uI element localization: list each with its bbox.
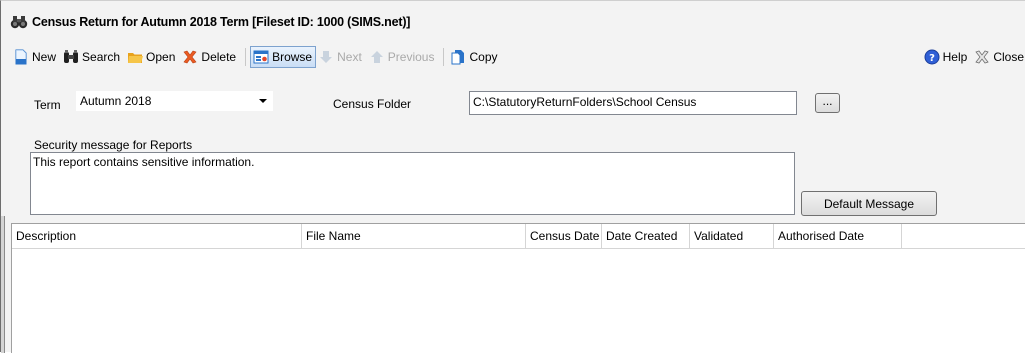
- toolbar-right: ? Help Close: [922, 46, 1025, 68]
- copy-button[interactable]: Copy: [448, 46, 502, 68]
- next-button[interactable]: Next: [316, 46, 367, 68]
- search-binoculars-icon: [63, 49, 79, 65]
- browse-icon: [253, 49, 269, 65]
- column-header-date-created[interactable]: Date Created: [602, 224, 690, 248]
- census-folder-value: C:\StatutoryReturnFolders\School Census: [473, 95, 697, 109]
- census-folder-field[interactable]: C:\StatutoryReturnFolders\School Census: [469, 91, 797, 115]
- chevron-down-icon[interactable]: [259, 99, 267, 103]
- census-returns-table: Description File Name Census Date Date C…: [11, 223, 1025, 353]
- toolbar: New Search Open Delete Browse Next Previ…: [11, 46, 1025, 68]
- new-document-icon: [13, 49, 29, 65]
- column-header-authorised-date[interactable]: Authorised Date: [774, 224, 902, 248]
- delete-button[interactable]: Delete: [180, 46, 241, 68]
- security-message-textarea[interactable]: This report contains sensitive informati…: [30, 152, 795, 215]
- browse-button[interactable]: Browse: [250, 46, 317, 68]
- table-header: Description File Name Census Date Date C…: [12, 224, 1025, 249]
- term-dropdown[interactable]: Autumn 2018: [76, 91, 273, 111]
- column-header-file-name[interactable]: File Name: [302, 224, 526, 248]
- security-message-text: This report contains sensitive informati…: [33, 155, 255, 169]
- toolbar-separator: [245, 48, 247, 66]
- window-title-bar: Census Return for Autumn 2018 Term [File…: [10, 9, 410, 35]
- census-folder-label: Census Folder: [333, 97, 412, 111]
- folder-icon: [127, 49, 144, 65]
- security-message-label: Security message for Reports: [34, 138, 193, 152]
- svg-text:?: ?: [929, 53, 935, 64]
- copy-icon: [450, 49, 466, 65]
- previous-button[interactable]: Previous: [367, 46, 440, 68]
- help-button[interactable]: ? Help: [922, 46, 973, 68]
- panel-left-edge: [1, 216, 5, 353]
- arrow-down-icon: [318, 49, 334, 65]
- open-button[interactable]: Open: [125, 46, 180, 68]
- new-button[interactable]: New: [11, 46, 61, 68]
- help-icon: ?: [924, 49, 940, 65]
- browse-folder-button[interactable]: ...: [815, 93, 840, 113]
- term-value: Autumn 2018: [80, 94, 152, 108]
- search-button[interactable]: Search: [61, 46, 125, 68]
- window-title: Census Return for Autumn 2018 Term [File…: [32, 15, 411, 29]
- column-header-description[interactable]: Description: [12, 224, 302, 248]
- close-icon: [974, 49, 990, 65]
- column-header-validated[interactable]: Validated: [690, 224, 774, 248]
- default-message-button[interactable]: Default Message: [801, 191, 937, 216]
- toolbar-separator: [443, 48, 445, 66]
- delete-x-icon: [182, 49, 198, 65]
- close-button[interactable]: Close: [972, 46, 1025, 68]
- binoculars-icon: [10, 14, 28, 30]
- column-header-census-date[interactable]: Census Date: [526, 224, 602, 248]
- term-label: Term: [34, 98, 61, 112]
- arrow-up-icon: [369, 49, 385, 65]
- census-return-window: Census Return for Autumn 2018 Term [File…: [0, 0, 1025, 353]
